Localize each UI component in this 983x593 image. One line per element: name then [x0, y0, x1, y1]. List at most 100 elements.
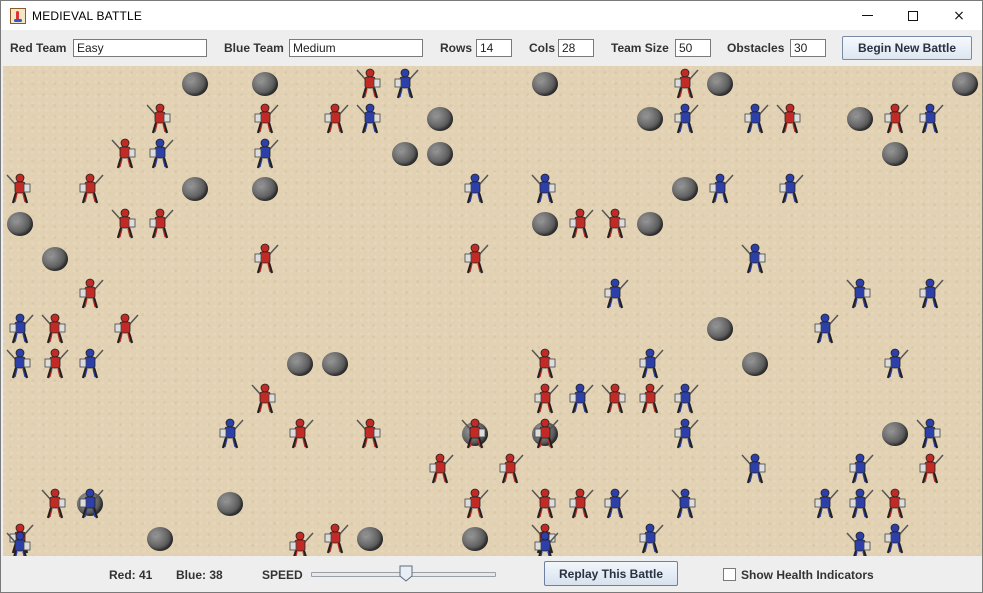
rock-obstacle: [392, 141, 419, 166]
blue-warrior: [565, 382, 595, 416]
rows-field[interactable]: [476, 39, 512, 57]
blue-warrior: [740, 452, 770, 486]
rock-obstacle: [951, 71, 978, 96]
blue-warrior: [705, 172, 735, 206]
obstacles-field[interactable]: [790, 39, 826, 57]
rock-obstacle: [671, 176, 698, 201]
health-indicators-checkbox[interactable]: [723, 568, 736, 581]
red-warrior: [460, 417, 490, 451]
red-warrior: [145, 102, 175, 136]
blue-warrior: [5, 530, 35, 556]
red-warrior: [530, 487, 560, 521]
blue-warrior: [530, 530, 560, 556]
rock-obstacle: [182, 176, 209, 201]
blue-warrior: [845, 530, 875, 556]
blue-warrior: [600, 277, 630, 311]
rock-obstacle: [147, 526, 174, 551]
rock-obstacle: [252, 71, 279, 96]
rock-obstacle: [706, 71, 733, 96]
red-warrior: [670, 67, 700, 101]
app-window: MEDIEVAL BATTLE × Red Team Blue Team Row…: [0, 0, 983, 593]
blue-warrior: [250, 137, 280, 171]
red-warrior: [320, 522, 350, 556]
rock-obstacle: [741, 351, 768, 376]
maximize-button[interactable]: [890, 1, 936, 30]
red-warrior: [110, 137, 140, 171]
red-warrior: [880, 102, 910, 136]
battlefield-canvas[interactable]: [3, 66, 982, 556]
team-size-label: Team Size: [611, 41, 669, 55]
blue-warrior: [775, 172, 805, 206]
close-button[interactable]: ×: [936, 1, 982, 30]
rock-obstacle: [217, 491, 244, 516]
blue-warrior: [5, 347, 35, 381]
rock-obstacle: [531, 71, 558, 96]
rock-obstacle: [357, 526, 384, 551]
blue-warrior: [915, 417, 945, 451]
blue-warrior: [390, 67, 420, 101]
red-warrior: [355, 67, 385, 101]
red-team-label: Red Team: [10, 41, 67, 55]
speed-slider-thumb[interactable]: [399, 565, 413, 582]
rock-obstacle: [42, 246, 69, 271]
red-warrior: [40, 312, 70, 346]
rock-obstacle: [881, 141, 908, 166]
speed-label: SPEED: [262, 568, 303, 582]
blue-warrior: [355, 102, 385, 136]
blue-warrior: [530, 172, 560, 206]
red-warrior: [915, 452, 945, 486]
red-warrior: [40, 347, 70, 381]
rock-obstacle: [881, 421, 908, 446]
blue-warrior: [810, 312, 840, 346]
rock-obstacle: [7, 211, 34, 236]
red-warrior: [775, 102, 805, 136]
blue-warrior: [810, 487, 840, 521]
blue-warrior: [5, 312, 35, 346]
rock-obstacle: [322, 351, 349, 376]
minimize-button[interactable]: [844, 1, 890, 30]
replay-battle-button[interactable]: Replay This Battle: [544, 561, 678, 586]
blue-warrior: [845, 277, 875, 311]
rock-obstacle: [846, 106, 873, 131]
red-warrior: [250, 382, 280, 416]
minimize-icon: [861, 15, 873, 16]
blue-warrior: [600, 487, 630, 521]
title-bar: MEDIEVAL BATTLE ×: [1, 1, 982, 30]
red-count: Red: 41: [109, 568, 153, 582]
red-warrior: [600, 382, 630, 416]
red-warrior: [530, 382, 560, 416]
blue-warrior: [740, 242, 770, 276]
red-warrior: [565, 207, 595, 241]
cols-label: Cols: [529, 41, 556, 55]
blue-count: Blue: 38: [176, 568, 223, 582]
blue-warrior: [635, 522, 665, 556]
red-team-field[interactable]: [73, 39, 207, 57]
red-warrior: [460, 487, 490, 521]
rock-obstacle: [427, 106, 454, 131]
blue-warrior: [670, 487, 700, 521]
blue-warrior: [635, 347, 665, 381]
rock-obstacle: [182, 71, 209, 96]
rock-obstacle: [636, 211, 663, 236]
rows-label: Rows: [440, 41, 473, 55]
begin-new-battle-button[interactable]: Begin New Battle: [842, 36, 972, 60]
red-warrior: [565, 487, 595, 521]
blue-warrior: [215, 417, 245, 451]
blue-team-field[interactable]: [289, 39, 423, 57]
close-icon: ×: [953, 7, 965, 24]
blue-warrior: [845, 452, 875, 486]
red-warrior: [145, 207, 175, 241]
java-app-icon: [10, 7, 26, 24]
rock-obstacle: [427, 141, 454, 166]
status-bar: Red: 41 Blue: 38 SPEED Replay This Battl…: [1, 557, 982, 592]
red-warrior: [75, 172, 105, 206]
rock-obstacle: [636, 106, 663, 131]
blue-warrior: [740, 102, 770, 136]
blue-team-label: Blue Team: [224, 41, 284, 55]
settings-toolbar: Red Team Blue Team Rows Cols Team Size O…: [1, 31, 982, 65]
cols-field[interactable]: [558, 39, 594, 57]
team-size-field[interactable]: [675, 39, 711, 57]
rock-obstacle: [706, 316, 733, 341]
blue-warrior: [670, 102, 700, 136]
blue-warrior: [670, 417, 700, 451]
